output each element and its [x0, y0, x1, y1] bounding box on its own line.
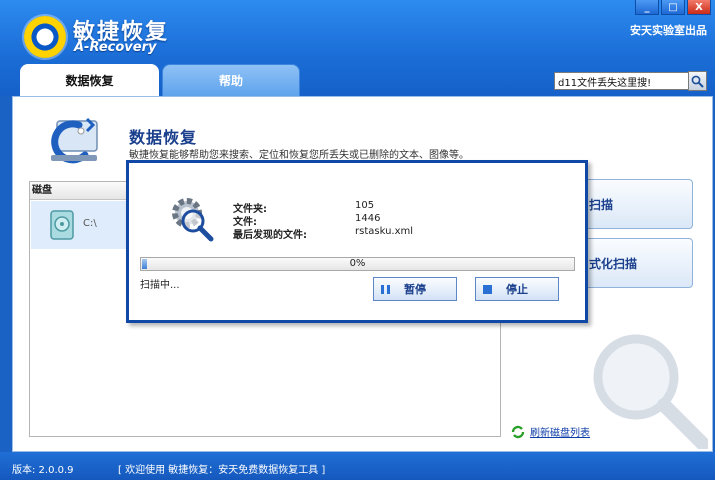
scan-progress-dialog: 文件夹: 105 文件: 1446 最后发现的文件: rstasku.xml 0… [126, 160, 588, 323]
tab-data-recovery[interactable]: 数据恢复 [20, 64, 159, 97]
tab-help[interactable]: 帮助 [162, 64, 300, 96]
magnifier-decoration-icon [593, 334, 708, 449]
hard-disk-icon [50, 210, 74, 240]
scan-progress-bar: 0% [140, 257, 575, 271]
pause-label: 暂停 [404, 283, 426, 296]
brand-label: 安天实验室出品 [630, 24, 707, 37]
pause-icon [381, 284, 390, 294]
search-input[interactable] [554, 72, 689, 90]
disk-item-c[interactable]: C:\ [31, 201, 130, 249]
section-title: 数据恢复 [129, 128, 198, 147]
app-header: 敏捷恢复 A-Recovery _ □ X 安天实验室出品 数据恢复 帮助 [0, 0, 715, 97]
scan-gear-magnifier-icon [172, 198, 214, 242]
minimize-button[interactable]: _ [635, 0, 659, 15]
status-message: [ 欢迎使用 敏捷恢复：安天免费数据恢复工具 ] [118, 465, 326, 476]
progress-percent: 0% [349, 258, 366, 269]
folder-count-value: 105 [355, 200, 375, 211]
pause-button[interactable]: 暂停 [373, 277, 457, 301]
version-label: 版本: 2.0.0.9 [12, 465, 74, 476]
stop-button[interactable]: 停止 [475, 277, 559, 301]
stop-label: 停止 [506, 283, 528, 296]
maximize-button[interactable]: □ [661, 0, 685, 15]
search-icon [691, 75, 704, 88]
window-controls: _ □ X [635, 0, 711, 15]
refresh-label: 刷新磁盘列表 [530, 428, 590, 439]
last-file-value: rstasku.xml [355, 226, 414, 237]
section-description: 敏捷恢复能够帮助您来搜索、定位和恢复您所丢失或已删除的文本、图像等。 [129, 150, 469, 161]
stop-icon [483, 284, 492, 294]
last-file-label: 最后发现的文件: [233, 230, 307, 241]
refresh-icon [511, 425, 525, 438]
app-subtitle: A-Recovery [74, 40, 157, 55]
search-button[interactable] [688, 71, 707, 91]
status-bar: 版本: 2.0.0.9 [ 欢迎使用 敏捷恢复：安天免费数据恢复工具 ] [0, 452, 715, 480]
app-logo-icon [24, 16, 66, 58]
scan-status-text: 扫描中... [140, 280, 180, 291]
refresh-disk-list-link[interactable]: 刷新磁盘列表 [511, 424, 590, 439]
file-count-value: 1446 [355, 213, 381, 224]
close-button[interactable]: X [687, 0, 711, 15]
data-recovery-icon [51, 117, 98, 164]
disk-label: C:\ [83, 218, 97, 229]
